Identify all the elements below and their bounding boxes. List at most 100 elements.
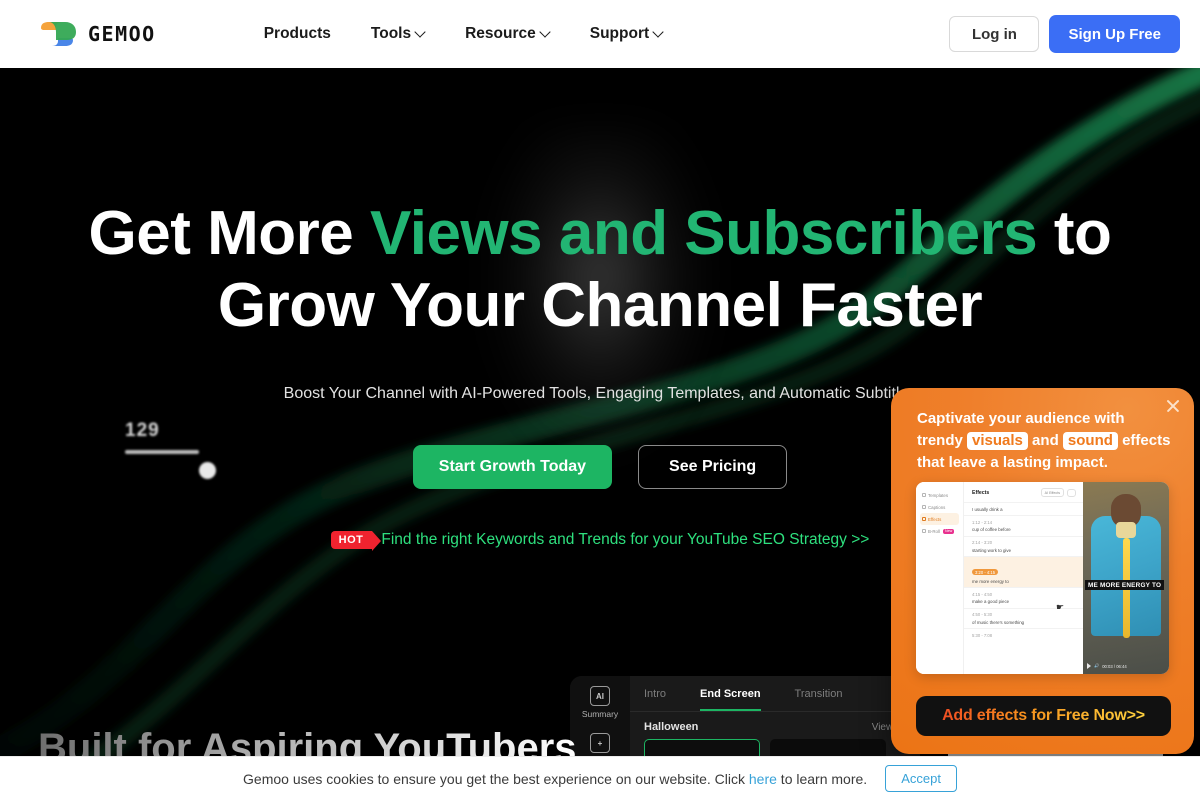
cookie-learn-more-link[interactable]: here — [749, 771, 777, 787]
sidebar-item-broll-label: B-Roll — [928, 528, 940, 534]
sidebar-item-captions-label: Captions — [928, 504, 946, 510]
sidebar-item-effects: Effects — [920, 513, 959, 525]
editor-tabs: Intro End Screen Transition — [630, 676, 920, 712]
nav-item-resource[interactable]: Resource — [465, 25, 550, 43]
effects-panel-title: Effects — [972, 489, 990, 496]
promo-line2-post: effects — [1117, 432, 1171, 449]
sidebar-item-templates: Templates — [920, 489, 959, 501]
broll-icon — [922, 529, 926, 533]
sidebar-item-broll: B-Roll New — [920, 525, 959, 537]
cue-item: 5:30 - 7:08 — [964, 628, 1083, 644]
effects-panel-header: Effects AI Effects — [964, 488, 1083, 502]
chevron-down-icon — [541, 28, 550, 37]
effects-panel-actions: AI Effects — [1040, 488, 1076, 498]
new-badge: New — [942, 528, 955, 534]
cue-time: 3:20 - 4:15 — [972, 569, 999, 576]
chevron-down-icon — [654, 28, 663, 37]
gemoo-logo-icon — [36, 19, 79, 49]
hero-title-part2: to — [1037, 199, 1112, 268]
header-actions: Log in Sign Up Free — [949, 15, 1180, 53]
templates-icon — [922, 493, 926, 497]
ai-effects-button: AI Effects — [1040, 488, 1064, 498]
sidebar-item-script[interactable]: + — [590, 733, 610, 753]
start-growth-today-button[interactable]: Start Growth Today — [412, 445, 613, 489]
tab-transition[interactable]: Transition — [795, 688, 843, 711]
volume-icon: 🔊 — [1094, 663, 1100, 668]
cookie-banner: Gemoo uses cookies to ensure you get the… — [0, 756, 1200, 800]
hero-title-part1: Get More — [88, 199, 370, 268]
cue-item-active: 3:20 - 4:15 me more energy to — [964, 556, 1083, 588]
video-timestamp: 00:03 / 06:44 — [1102, 663, 1127, 669]
cue-time: 4:15 - 4:50 — [972, 591, 993, 597]
video-caption: ME MORE ENERGY TO — [1085, 580, 1165, 590]
hero-title-accent: Views and Subscribers — [369, 199, 1038, 268]
screenshot-effects-panel: Effects AI Effects I usually drink a 1:1… — [964, 482, 1083, 674]
nav-item-tools[interactable]: Tools — [371, 25, 425, 43]
cue-item: I usually drink a — [964, 502, 1083, 515]
sign-up-free-button[interactable]: Sign Up Free — [1049, 15, 1180, 53]
video-subject-scarf — [1116, 522, 1136, 538]
add-effects-button-label: Add effects for Free Now>> — [942, 707, 1145, 724]
sidebar-item-templates-label: Templates — [928, 492, 949, 498]
cue-item: 1:12 - 2:14 cup of coffee before — [964, 515, 1083, 536]
cue-time: 1:12 - 2:14 — [972, 519, 993, 525]
category-label: Halloween — [644, 721, 699, 733]
page-root: 129 Get More Views and Subscribers to Gr… — [0, 0, 1200, 800]
promo-screenshot: Templates Captions Effects B-Roll New Ef… — [916, 482, 1169, 674]
cue-text: I usually drink a — [972, 506, 1003, 512]
promo-headline-line1: Captivate your audience with — [917, 410, 1125, 427]
sidebar-item-summary[interactable]: AI Summary — [582, 686, 618, 719]
sidebar-item-summary-label: Summary — [581, 709, 619, 719]
play-icon — [1087, 663, 1091, 669]
tab-end-screen[interactable]: End Screen — [700, 688, 761, 711]
captions-icon — [922, 505, 926, 509]
screenshot-sidebar: Templates Captions Effects B-Roll New — [916, 482, 964, 674]
cookie-text-after: to learn more. — [776, 770, 868, 787]
sidebar-item-effects-label: Effects — [928, 516, 942, 522]
cue-time: 5:30 - 7:08 — [972, 632, 993, 638]
promo-headline-line3: that leave a lasting impact. — [917, 454, 1108, 471]
close-icon[interactable] — [1164, 397, 1182, 415]
screenshot-video-preview: ME MORE ENERGY TO 🔊 00:03 / 06:44 — [1083, 482, 1169, 674]
see-pricing-button[interactable]: See Pricing — [638, 445, 788, 489]
hero-title-line2: Grow Your Channel Faster — [217, 271, 983, 340]
video-controls: 🔊 00:03 / 06:44 — [1083, 663, 1169, 669]
nav-item-products-label: Products — [263, 25, 331, 42]
accept-cookies-button[interactable]: Accept — [885, 765, 957, 792]
promo-headline: Captivate your audience with trendy visu… — [891, 388, 1194, 474]
sidebar-item-captions: Captions — [920, 501, 959, 513]
nav-item-tools-label: Tools — [370, 25, 412, 42]
nav-item-support[interactable]: Support — [590, 25, 663, 43]
site-header: GEMOO Products Tools Resource Support Lo… — [0, 0, 1200, 68]
cookie-text-before: Gemoo uses cookies to ensure you get the… — [243, 770, 749, 787]
cue-text: starting work to give — [972, 547, 1012, 553]
mouse-cursor-icon: ☛ — [1056, 602, 1065, 612]
cookie-message: Gemoo uses cookies to ensure you get the… — [243, 771, 867, 787]
logo-text: GEMOO — [88, 22, 156, 46]
hot-badge: HOT — [330, 531, 382, 551]
log-in-button[interactable]: Log in — [949, 16, 1040, 52]
nav-item-products[interactable]: Products — [264, 25, 331, 43]
cue-text: cup of coffee before — [972, 527, 1011, 533]
ai-icon: AI — [590, 686, 610, 706]
editor-category-row: Halloween View all — [630, 712, 920, 739]
cue-time: 2:14 - 3:20 — [972, 540, 993, 546]
cue-text: of music there's something — [972, 619, 1025, 625]
chevron-down-icon — [416, 28, 425, 37]
nav-item-resource-label: Resource — [465, 25, 536, 42]
page-title: Get More Views and Subscribers to Grow Y… — [0, 198, 1200, 342]
logo[interactable]: GEMOO — [36, 19, 156, 49]
add-effects-button[interactable]: Add effects for Free Now>> — [916, 696, 1171, 736]
hot-link-label: Find the right Keywords and Trends for y… — [381, 531, 870, 548]
effects-icon — [922, 517, 926, 521]
promo-highlight-visuals: visuals — [967, 432, 1028, 450]
tab-intro[interactable]: Intro — [644, 688, 666, 711]
cue-item: 4:15 - 4:50 make a good piece — [964, 587, 1083, 608]
settings-icon — [1067, 488, 1076, 497]
script-add-icon: + — [590, 733, 610, 753]
cue-item: 2:14 - 3:20 starting work to give — [964, 535, 1083, 557]
promo-highlight-sound: sound — [1062, 432, 1118, 450]
promo-headline-line2: trendy visuals and sound effects — [917, 430, 1178, 452]
promo-line2-mid: and — [1027, 432, 1063, 449]
cue-item: 4:50 - 5:30 of music there's something — [964, 607, 1083, 629]
